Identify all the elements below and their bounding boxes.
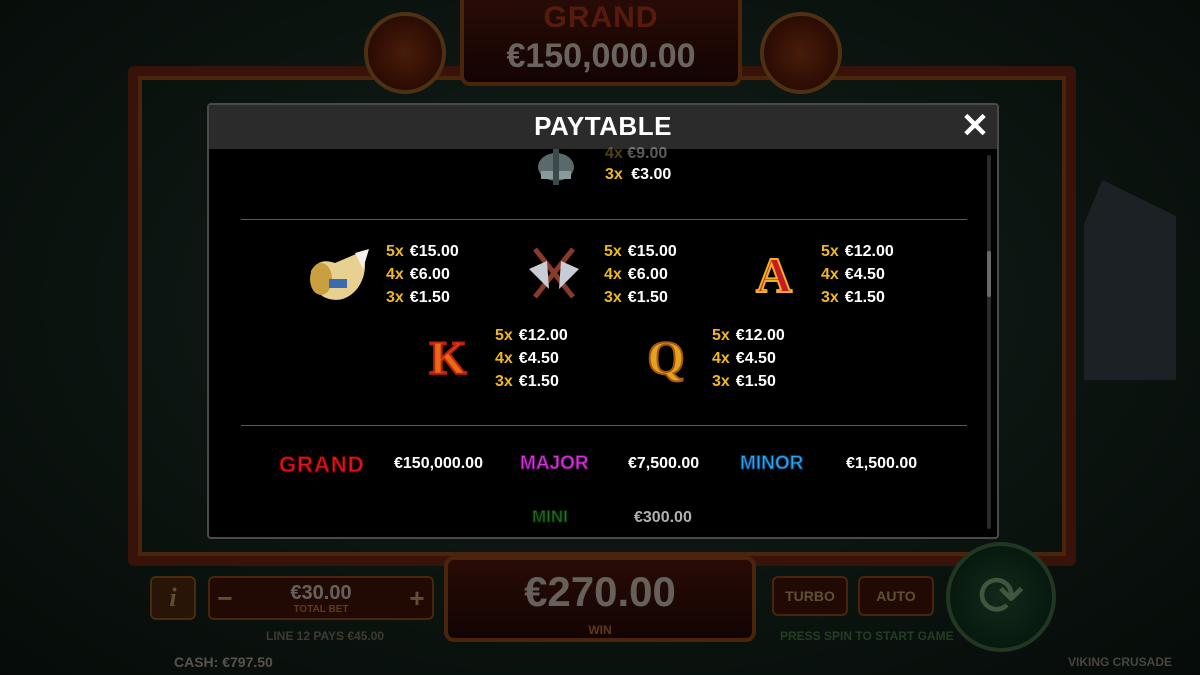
modal-header: PAYTABLE ✕ [209,105,997,149]
line-pays-text: LINE 12 PAYS €45.00 [266,629,385,643]
letter-k-icon: K [428,331,467,386]
letter-a-icon: A [755,246,793,304]
mini-jackpot-value: €300.00 [634,509,692,526]
cash-balance: CASH: €797.50 [174,654,273,670]
close-icon[interactable]: ✕ [959,109,991,143]
grand-banner-label: GRAND [543,1,659,34]
game-name: VIKING CRUSADE [1068,655,1173,669]
q-pays: 5x €12.00 4x €4.50 3x €1.50 [712,327,785,390]
paytable-modal: PAYTABLE ✕ 4x €9.00 3x €3.00 5x €15.00 4x… [207,103,999,539]
win-label: WIN [588,623,612,637]
partial-pay-row: 4x €9.00 [605,145,668,162]
shield-icon [760,12,842,94]
grand-jackpot-value: €150,000.00 [394,455,483,472]
axes-pays: 5x €15.00 4x €6.00 3x €1.50 [604,243,677,306]
auto-button[interactable]: AUTO [858,576,934,616]
drinking-horn-icon [305,249,371,305]
minor-jackpot-logo: MINOR [739,453,804,475]
win-display: €270.00 WIN [444,556,756,642]
grand-jackpot-banner: GRAND €150,000.00 [460,0,742,86]
section-divider [241,425,967,426]
press-spin-text: PRESS SPIN TO START GAME [780,629,954,643]
grand-jackpot-logo: GRAND [279,452,365,478]
a-pays: 5x €12.00 4x €4.50 3x €1.50 [821,243,894,306]
bet-decrease-button[interactable]: − [212,578,238,618]
helmet-icon [531,149,581,185]
win-value: €270.00 [524,568,676,615]
mini-jackpot-logo: MINI [532,507,569,527]
hut-scenery [1084,180,1176,380]
info-button[interactable]: i [150,576,196,620]
scrollbar-thumb[interactable] [987,251,991,297]
section-divider [241,219,967,220]
k-pays: 5x €12.00 4x €4.50 3x €1.50 [495,327,568,390]
bet-control: − €30.00 TOTAL BET + [208,576,434,620]
bet-label: TOTAL BET [293,604,349,615]
crossed-axes-icon [525,245,583,301]
major-jackpot-logo: MAJOR [520,453,590,475]
scrollbar[interactable] [987,155,991,529]
turbo-button[interactable]: TURBO [772,576,848,616]
major-jackpot-value: €7,500.00 [628,455,700,472]
grand-banner-value: €150,000.00 [506,37,696,75]
pay-row: 3x €3.00 [605,166,672,183]
bet-value: €30.00 [290,582,352,604]
modal-title: PAYTABLE [534,111,672,141]
spin-button[interactable]: ⟳ [946,542,1056,652]
refresh-icon: ⟳ [977,564,1025,627]
bet-increase-button[interactable]: + [404,578,430,618]
minor-jackpot-value: €1,500.00 [846,455,918,472]
horn-pays: 5x €15.00 4x €6.00 3x €1.50 [386,243,459,306]
letter-q-icon: Q [646,331,685,386]
shield-icon [364,12,446,94]
